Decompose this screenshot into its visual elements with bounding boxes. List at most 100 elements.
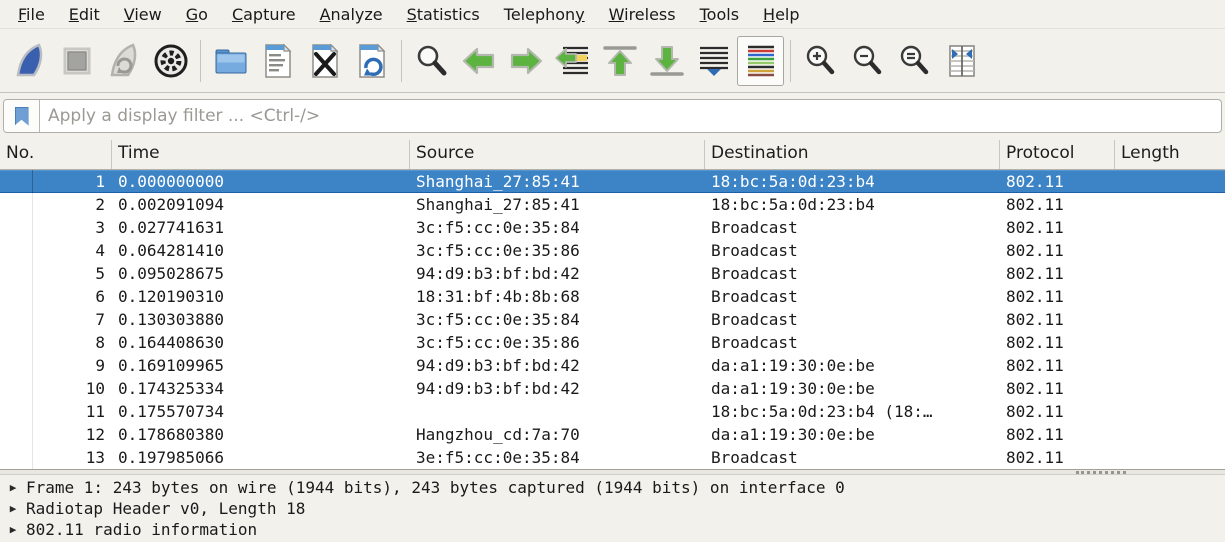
packet-row[interactable]: 6 0.120190310 18:31:bf:4b:8b:68 Broadcas… bbox=[0, 285, 1225, 308]
capture-options-icon bbox=[152, 42, 190, 80]
packet-protocol: 802.11 bbox=[1000, 216, 1115, 239]
packet-row[interactable]: 9 0.169109965 94:d9:b3:bf:bd:42 da:a1:19… bbox=[0, 354, 1225, 377]
packet-destination: da:a1:19:30:0e:be bbox=[705, 354, 1000, 377]
packet-time: 0.130303880 bbox=[112, 308, 410, 331]
reload-file-button[interactable] bbox=[348, 36, 395, 86]
resize-columns-button[interactable] bbox=[938, 36, 985, 86]
detail-tree-item[interactable]: ▶ 802.11 radio information bbox=[0, 519, 1225, 540]
zoom-out-icon bbox=[849, 42, 887, 80]
packet-row[interactable]: 10 0.174325334 94:d9:b3:bf:bd:42 da:a1:1… bbox=[0, 377, 1225, 400]
packet-row[interactable]: 11 0.175570734 18:bc:5a:0d:23:b4 (18:… 8… bbox=[0, 400, 1225, 423]
menu-item[interactable]: Analyze bbox=[308, 2, 395, 27]
menu-item[interactable]: Go bbox=[174, 2, 220, 27]
menu-item[interactable]: Edit bbox=[57, 2, 112, 27]
packet-protocol: 802.11 bbox=[1000, 285, 1115, 308]
packet-source: 3c:f5:cc:0e:35:84 bbox=[410, 308, 705, 331]
toolbar-separator bbox=[200, 40, 201, 82]
find-packet-button[interactable] bbox=[408, 36, 455, 86]
related-packet-gutter bbox=[0, 400, 33, 423]
packet-length bbox=[1115, 354, 1225, 377]
packet-row[interactable]: 7 0.130303880 3c:f5:cc:0e:35:84 Broadcas… bbox=[0, 308, 1225, 331]
zoom-out-button[interactable] bbox=[844, 36, 891, 86]
packet-length bbox=[1115, 308, 1225, 331]
packet-source: 3c:f5:cc:0e:35:84 bbox=[410, 216, 705, 239]
packet-time: 0.174325334 bbox=[112, 377, 410, 400]
related-packet-gutter bbox=[0, 262, 33, 285]
zoom-100-icon bbox=[896, 42, 934, 80]
column-header-no[interactable]: No. bbox=[0, 140, 112, 169]
packet-number: 3 bbox=[33, 216, 112, 239]
packet-number: 7 bbox=[33, 308, 112, 331]
column-header-destination[interactable]: Destination bbox=[705, 140, 1000, 169]
packet-list: 1 0.000000000 Shanghai_27:85:41 18:bc:5a… bbox=[0, 170, 1225, 469]
packet-row[interactable]: 5 0.095028675 94:d9:b3:bf:bd:42 Broadcas… bbox=[0, 262, 1225, 285]
column-header-length[interactable]: Length bbox=[1115, 140, 1225, 169]
go-last-packet-button[interactable] bbox=[643, 36, 690, 86]
zoom-in-button[interactable] bbox=[797, 36, 844, 86]
menu-item[interactable]: Telephony bbox=[492, 2, 597, 27]
zoom-in-icon bbox=[802, 42, 840, 80]
related-packet-gutter bbox=[0, 331, 33, 354]
expand-arrow-icon[interactable]: ▶ bbox=[0, 519, 26, 540]
packet-protocol: 802.11 bbox=[1000, 400, 1115, 423]
display-filter-input[interactable] bbox=[40, 100, 1221, 132]
related-packet-gutter bbox=[0, 446, 33, 469]
stop-capture-button[interactable] bbox=[53, 36, 100, 86]
packet-time: 0.095028675 bbox=[112, 262, 410, 285]
close-file-icon bbox=[306, 42, 344, 80]
packet-source: 3e:f5:cc:0e:35:84 bbox=[410, 446, 705, 469]
menu-item[interactable]: Capture bbox=[220, 2, 308, 27]
packet-row[interactable]: 1 0.000000000 Shanghai_27:85:41 18:bc:5a… bbox=[0, 170, 1225, 193]
packet-protocol: 802.11 bbox=[1000, 262, 1115, 285]
packet-number: 4 bbox=[33, 239, 112, 262]
splitter-grip-icon[interactable] bbox=[1076, 471, 1126, 474]
open-file-button[interactable] bbox=[207, 36, 254, 86]
go-to-packet-button[interactable] bbox=[549, 36, 596, 86]
packet-row[interactable]: 8 0.164408630 3c:f5:cc:0e:35:86 Broadcas… bbox=[0, 331, 1225, 354]
related-packet-gutter bbox=[0, 308, 33, 331]
column-header-source[interactable]: Source bbox=[410, 140, 705, 169]
packet-destination: 18:bc:5a:0d:23:b4 (18:… bbox=[705, 400, 1000, 423]
filter-bookmark-button[interactable] bbox=[4, 100, 40, 132]
pane-splitter[interactable] bbox=[0, 469, 1225, 475]
colorize-button[interactable] bbox=[737, 36, 784, 86]
menu-item[interactable]: File bbox=[6, 2, 57, 27]
capture-options-button[interactable] bbox=[147, 36, 194, 86]
menu-item[interactable]: Wireless bbox=[597, 2, 688, 27]
detail-tree-item[interactable]: ▶ Radiotap Header v0, Length 18 bbox=[0, 498, 1225, 519]
packet-details-pane: ▶ Frame 1: 243 bytes on wire (1944 bits)… bbox=[0, 475, 1225, 536]
related-packet-gutter bbox=[0, 170, 33, 193]
packet-list-header: No. Time Source Destination Protocol Len… bbox=[0, 140, 1225, 170]
packet-destination: Broadcast bbox=[705, 308, 1000, 331]
packet-row[interactable]: 13 0.197985066 3e:f5:cc:0e:35:84 Broadca… bbox=[0, 446, 1225, 469]
menu-item[interactable]: View bbox=[112, 2, 174, 27]
column-header-protocol[interactable]: Protocol bbox=[1000, 140, 1115, 169]
packet-row[interactable]: 12 0.178680380 Hangzhou_cd:7a:70 da:a1:1… bbox=[0, 423, 1225, 446]
menu-item[interactable]: Help bbox=[751, 2, 811, 27]
go-first-packet-button[interactable] bbox=[596, 36, 643, 86]
packet-number: 8 bbox=[33, 331, 112, 354]
go-to-packet-icon bbox=[554, 42, 592, 80]
expand-arrow-icon[interactable]: ▶ bbox=[0, 477, 26, 498]
expand-arrow-icon[interactable]: ▶ bbox=[0, 498, 26, 519]
packet-row[interactable]: 4 0.064281410 3c:f5:cc:0e:35:86 Broadcas… bbox=[0, 239, 1225, 262]
auto-scroll-button[interactable] bbox=[690, 36, 737, 86]
start-capture-button[interactable] bbox=[6, 36, 53, 86]
related-packet-gutter bbox=[0, 354, 33, 377]
save-file-button[interactable] bbox=[254, 36, 301, 86]
column-header-time[interactable]: Time bbox=[112, 140, 410, 169]
packet-length bbox=[1115, 170, 1225, 193]
packet-row[interactable]: 3 0.027741631 3c:f5:cc:0e:35:84 Broadcas… bbox=[0, 216, 1225, 239]
close-file-button[interactable] bbox=[301, 36, 348, 86]
restart-capture-button[interactable] bbox=[100, 36, 147, 86]
menu-item[interactable]: Statistics bbox=[395, 2, 492, 27]
packet-row[interactable]: 2 0.002091094 Shanghai_27:85:41 18:bc:5a… bbox=[0, 193, 1225, 216]
packet-destination: 18:bc:5a:0d:23:b4 bbox=[705, 170, 1000, 193]
menu-item[interactable]: Tools bbox=[688, 2, 751, 27]
packet-number: 12 bbox=[33, 423, 112, 446]
go-back-button[interactable] bbox=[455, 36, 502, 86]
zoom-100-button[interactable] bbox=[891, 36, 938, 86]
go-forward-button[interactable] bbox=[502, 36, 549, 86]
detail-tree-item[interactable]: ▶ Frame 1: 243 bytes on wire (1944 bits)… bbox=[0, 477, 1225, 498]
packet-protocol: 802.11 bbox=[1000, 170, 1115, 193]
